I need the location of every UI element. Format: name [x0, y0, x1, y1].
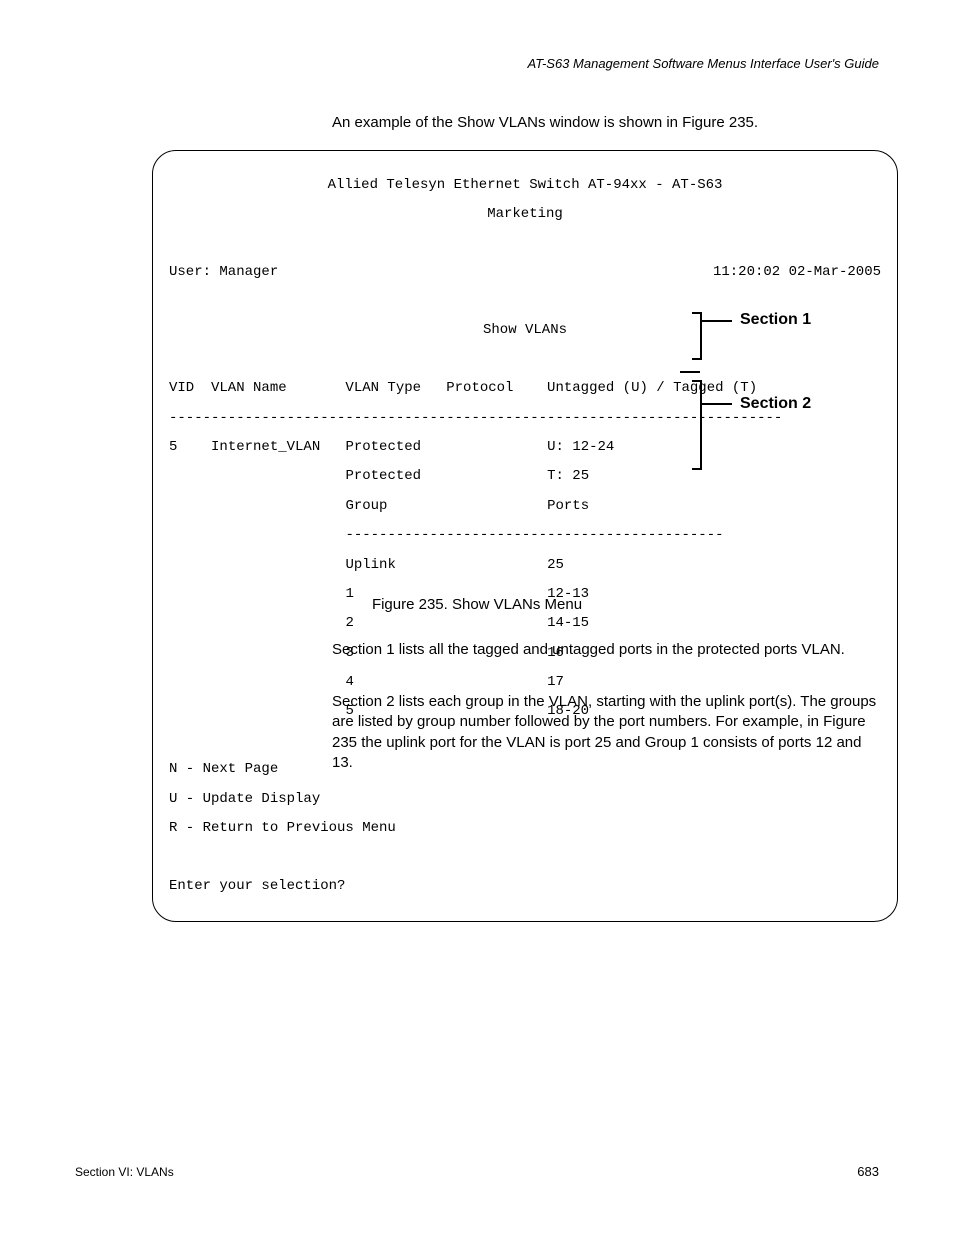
annotation-section-2: Section 2: [740, 395, 811, 413]
terminal-prompt: Enter your selection?: [169, 879, 881, 894]
terminal-timestamp: 11:20:02 02-Mar-2005: [713, 265, 881, 280]
intro-paragraph: An example of the Show VLANs window is s…: [332, 114, 758, 131]
group-row-2: 2 14-15: [169, 616, 881, 631]
tick-section-2: [700, 403, 732, 405]
bracket-section-2: [692, 380, 702, 470]
legend-update: U - Update Display: [169, 792, 881, 807]
tick-divider: [680, 371, 700, 373]
terminal-window: Allied Telesyn Ethernet Switch AT-94xx -…: [152, 150, 898, 922]
vlan-entry-line3: Group Ports: [169, 499, 881, 514]
doc-header: AT-S63 Management Software Menus Interfa…: [528, 56, 880, 71]
terminal-user: User: Manager: [169, 265, 278, 280]
footer-page-number: 683: [857, 1164, 879, 1179]
footer-section: Section VI: VLANs: [75, 1165, 174, 1179]
paragraph-section-1: Section 1 lists all the tagged and untag…: [332, 640, 880, 660]
legend-return: R - Return to Previous Menu: [169, 821, 881, 836]
tick-section-1: [700, 320, 732, 322]
terminal-title-1: Allied Telesyn Ethernet Switch AT-94xx -…: [169, 178, 881, 193]
group-row-0: Uplink 25: [169, 558, 881, 573]
sub-divider: ----------------------------------------…: [169, 528, 881, 543]
vlan-entry-line2: Protected T: 25: [169, 469, 881, 484]
group-row-4: 4 17: [169, 675, 881, 690]
terminal-title-2: Marketing: [169, 207, 881, 222]
vlan-entry: 5 Internet_VLAN Protected U: 12-24: [169, 440, 881, 455]
paragraph-section-2: Section 2 lists each group in the VLAN, …: [332, 692, 880, 773]
annotation-section-1: Section 1: [740, 311, 811, 329]
column-headers: VID VLAN Name VLAN Type Protocol Untagge…: [169, 381, 881, 396]
figure-caption: Figure 235. Show VLANs Menu: [0, 596, 954, 613]
